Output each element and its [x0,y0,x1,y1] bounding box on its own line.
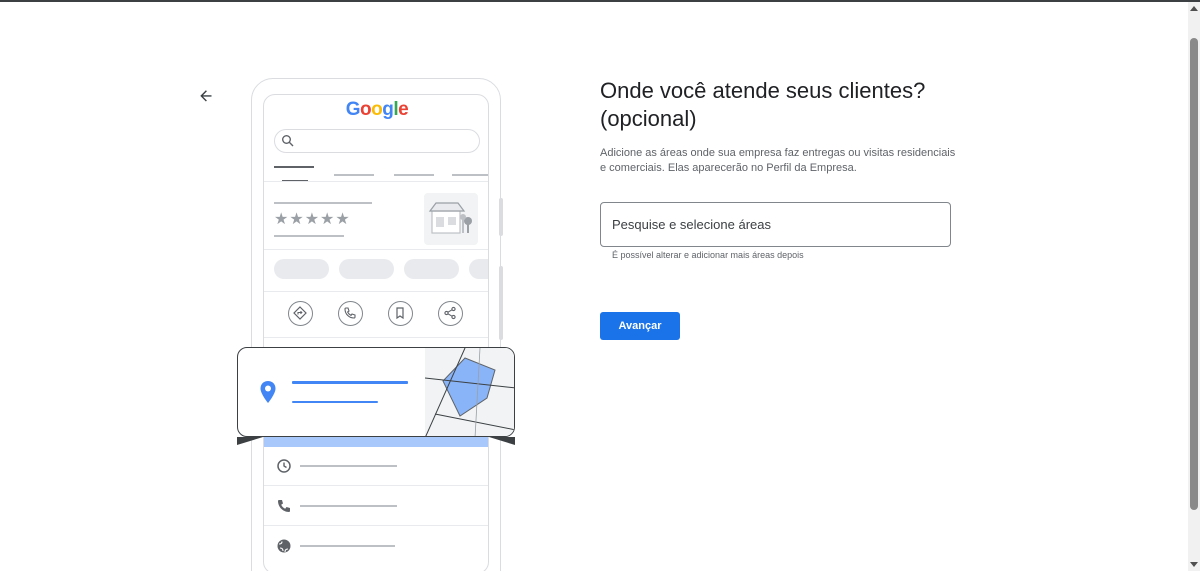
window-top-border [0,0,1200,2]
phone-icon [278,500,290,512]
service-area-map [425,348,514,436]
mock-chip [469,259,488,279]
location-pin-icon [260,381,276,403]
clock-icon [277,459,291,473]
google-logo: Google [264,99,488,121]
share-icon [444,306,456,320]
mock-business-name-line [274,202,372,204]
page-title: Onde você atende seus clientes? (opciona… [600,78,926,131]
mock-tab [452,174,488,176]
search-icon [282,135,294,147]
mock-category-line [274,235,344,237]
card-shadow [489,437,515,445]
store-thumbnail [424,193,478,245]
mock-divider [264,525,488,526]
mock-divider [264,337,488,338]
back-button[interactable] [194,84,218,108]
scrollbar[interactable] [1188,2,1200,571]
google-logo-letter: e [398,99,409,120]
directions-button [288,301,313,326]
mock-area-title-line [292,381,408,384]
mock-phone-line [300,505,397,507]
page-description: Adicione as áreas onde sua empresa faz e… [600,147,956,174]
mock-tab [394,174,434,176]
call-button [338,301,363,326]
mock-chip [339,259,394,279]
bookmark-icon [396,307,404,320]
mock-divider [264,249,488,250]
phone-icon [344,307,356,319]
share-button [438,301,463,326]
mock-divider [264,291,488,292]
directions-icon [293,306,307,320]
save-button [388,301,413,326]
rating-stars: ★★★★★ [274,211,351,228]
mock-divider [264,485,488,486]
mock-tab [274,166,314,168]
google-logo-letter: g [382,99,394,120]
card-shadow [237,437,263,445]
mock-website-line [300,545,395,547]
phone-screen: Google ★★★★★ [263,94,489,571]
google-logo-letter: G [345,99,361,120]
service-area-card [237,347,515,437]
mock-chip [274,259,329,279]
phone-side-button [499,266,503,340]
google-logo-letter: o [360,99,372,120]
next-button[interactable]: Avançar [600,312,680,340]
globe-icon [277,539,291,553]
store-icon [428,202,472,234]
scroll-up-arrow-icon[interactable] [1190,6,1198,11]
mock-search-bar [274,129,480,153]
mock-area-subtitle-line [292,401,378,403]
phone-side-button [499,198,503,236]
helper-text: É possível alterar e adicionar mais área… [612,250,804,260]
mock-chip [404,259,459,279]
mock-tab [334,174,374,176]
area-search-input[interactable] [600,202,951,247]
google-logo-letter: o [371,99,383,120]
mock-hours-line [300,465,397,467]
google-logo-text: Google [345,99,409,121]
mock-divider [264,181,488,182]
scrollbar-thumb[interactable] [1190,38,1198,510]
scroll-down-arrow-icon[interactable] [1190,562,1198,567]
arrow-left-icon [200,90,212,102]
